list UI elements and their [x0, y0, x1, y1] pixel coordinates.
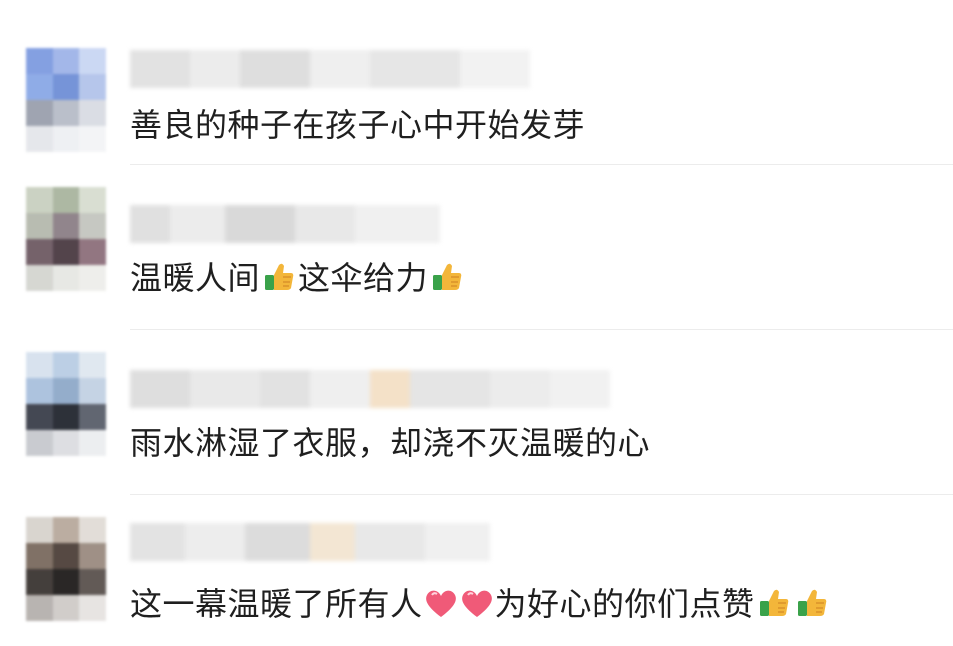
comment-text: 温暖人间 这伞给力 [130, 253, 466, 299]
red-heart-icon [459, 586, 495, 620]
username-blurred[interactable] [130, 50, 530, 88]
thumbs-up-icon [262, 260, 296, 294]
avatar[interactable] [26, 352, 106, 456]
comment-text-part: 这伞给力 [298, 259, 429, 297]
comment-text-part: 这一幕温暖了所有人 [130, 585, 423, 623]
red-heart-icon [423, 586, 459, 620]
comment-text: 雨水淋湿了衣服，却浇不灭温暖的心 [130, 424, 651, 462]
comment-item: 善良的种子在孩子心中开始发芽 [0, 0, 953, 165]
thumbs-up-icon [795, 586, 829, 620]
avatar[interactable] [26, 517, 106, 621]
comment-text: 这一幕温暖了所有人 为好心的你们点赞 [130, 579, 831, 625]
comment-text-part: 为好心的你们点赞 [494, 585, 755, 623]
username-blurred[interactable] [130, 523, 490, 561]
thumbs-up-icon [430, 260, 464, 294]
thumbs-up-icon [757, 586, 791, 620]
username-blurred[interactable] [130, 370, 610, 408]
comment-item: 温暖人间 这伞给力 [0, 165, 953, 330]
comment-text: 善良的种子在孩子心中开始发芽 [130, 106, 586, 144]
comment-item: 这一幕温暖了所有人 为好心的你们点赞 [0, 495, 953, 646]
comment-item: 雨水淋湿了衣服，却浇不灭温暖的心 [0, 330, 953, 495]
username-blurred[interactable] [130, 205, 440, 243]
avatar[interactable] [26, 48, 106, 152]
avatar[interactable] [26, 187, 106, 291]
comment-text-part: 温暖人间 [130, 259, 261, 297]
